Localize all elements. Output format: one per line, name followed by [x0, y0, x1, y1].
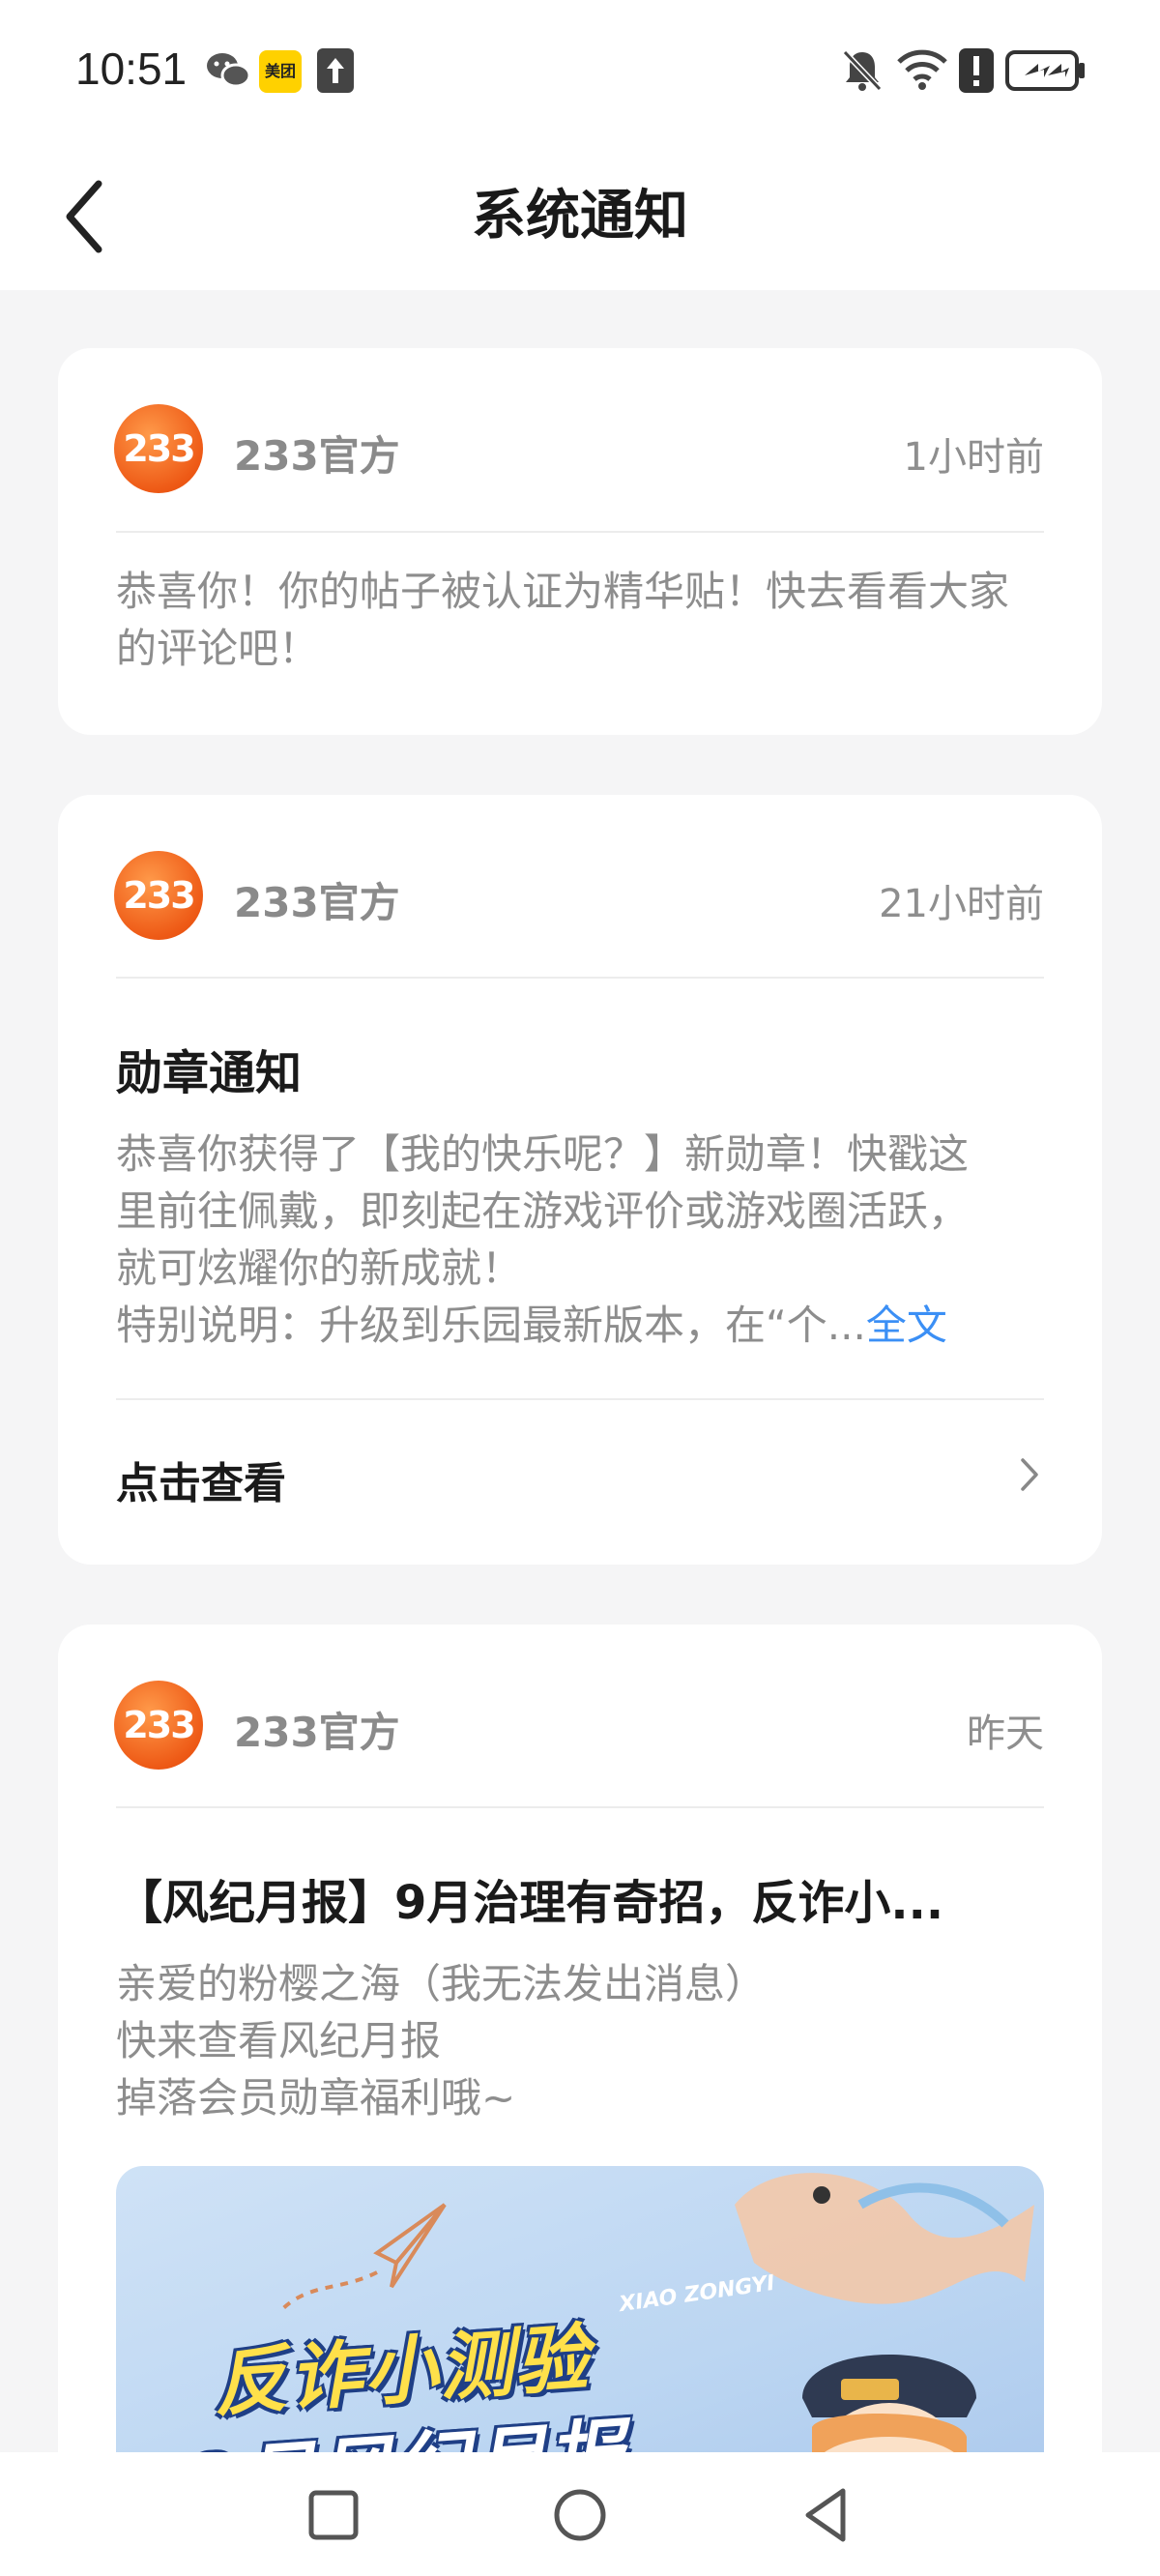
notification-time: 昨天	[967, 1712, 1044, 1756]
official-avatar[interactable]: 233	[114, 1681, 203, 1770]
wifi-icon	[897, 49, 947, 90]
divider	[116, 977, 1044, 979]
notification-body: 亲爱的粉樱之海（我无法发出消息） 快来查看风纪月报 掉落会员勋章福利哦~	[116, 1955, 1044, 2126]
status-bar: 10:51 美团	[0, 0, 1160, 135]
wechat-icon	[207, 53, 251, 88]
official-avatar[interactable]: 233	[114, 404, 203, 493]
page-title: 系统通知	[472, 185, 688, 248]
notification-body: 恭喜你获得了【我的快乐呢？】新勋章！快戳这 里前往佩戴，即刻起在游戏评价或游戏圈…	[116, 1126, 1044, 1354]
official-avatar[interactable]: 233	[114, 851, 203, 940]
body-line: 掉落会员勋章福利哦~	[116, 2074, 516, 2122]
divider	[116, 1806, 1044, 1808]
battery-icon	[1005, 50, 1085, 91]
recent-apps-icon[interactable]	[300, 2481, 367, 2549]
mute-bell-icon	[842, 49, 883, 92]
body-line-with-link: 特别说明：升级到乐园最新版本，在“个...全文	[116, 1297, 1044, 1354]
body-line: 里前往佩戴，即刻起在游戏评价或游戏圈活跃，	[116, 1187, 970, 1235]
notification-card[interactable]: 233 233官方 1小时前 恭喜你！你的帖子被认证为精华贴！快去看看大家的评论…	[58, 348, 1102, 735]
alert-icon	[959, 48, 994, 93]
notification-title: 勋章通知	[116, 1046, 303, 1100]
sender-name: 233官方	[234, 432, 400, 480]
sender-name: 233官方	[234, 879, 400, 926]
notification-title: 【风纪月报】9月治理有奇招，反诈小...	[116, 1876, 944, 1930]
home-icon[interactable]	[546, 2481, 614, 2549]
upload-icon	[317, 48, 354, 93]
view-details-row[interactable]: 点击查看	[116, 1423, 1044, 1520]
card-header: 233 233官方 21小时前	[58, 795, 1102, 979]
notification-body: 恭喜你！你的帖子被认证为精华贴！快去看看大家的评论吧！	[116, 568, 1010, 672]
full-text-link[interactable]: 全文	[866, 1302, 947, 1349]
notification-time: 21小时前	[879, 882, 1044, 926]
view-details-label: 点击查看	[116, 1459, 286, 1508]
body-line: 特别说明：升级到乐园最新版本，在“个...	[116, 1302, 866, 1349]
notification-time: 1小时前	[903, 435, 1044, 480]
divider	[116, 1398, 1044, 1400]
paper-plane-icon	[278, 2203, 447, 2313]
status-time: 10:51	[75, 44, 188, 94]
meituan-icon: 美团	[259, 50, 302, 93]
card-header: 233 233官方 1小时前	[58, 348, 1102, 532]
body-line: 恭喜你获得了【我的快乐呢？】新勋章！快戳这	[116, 1130, 970, 1178]
body-line: 快来查看风纪月报	[116, 2017, 442, 2064]
card-header: 233 233官方 昨天	[58, 1625, 1102, 1808]
notification-card[interactable]: 233 233官方 昨天 【风纪月报】9月治理有奇招，反诈小... 亲爱的粉樱之…	[58, 1625, 1102, 2514]
body-line: 就可炫耀你的新成就！	[116, 1244, 523, 1292]
notification-card[interactable]: 233 233官方 21小时前 勋章通知 恭喜你获得了【我的快乐呢？】新勋章！快…	[58, 795, 1102, 1565]
divider	[116, 531, 1044, 533]
chevron-right-icon	[1021, 1458, 1038, 1491]
sender-name: 233官方	[234, 1709, 400, 1756]
system-navigation-bar	[0, 2452, 1160, 2576]
back-triangle-icon[interactable]	[793, 2481, 860, 2549]
navigation-header: 系统通知	[0, 135, 1160, 290]
body-line: 亲爱的粉樱之海（我无法发出消息）	[116, 1960, 767, 2007]
